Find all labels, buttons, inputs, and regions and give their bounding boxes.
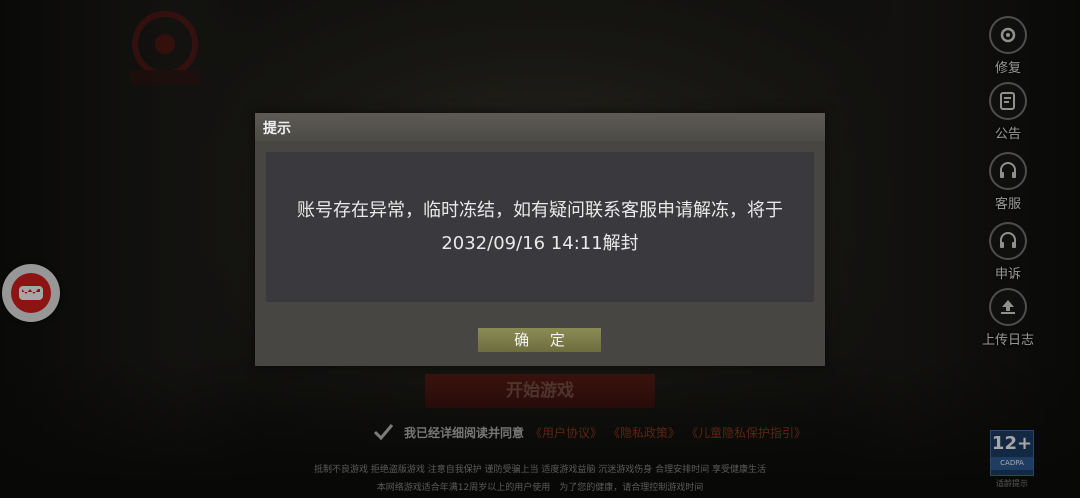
dialog-message: 账号存在异常，临时冻结，如有疑问联系客服申请解冻，将于2032/09/16 14… — [297, 200, 783, 254]
dialog-title-bar: 提示 — [255, 113, 825, 141]
notice-dialog: 提示 账号存在异常，临时冻结，如有疑问联系客服申请解冻，将于2032/09/16… — [255, 113, 825, 366]
dialog-content: 账号存在异常，临时冻结，如有疑问联系客服申请解冻，将于2032/09/16 14… — [266, 152, 814, 302]
dialog-title: 提示 — [263, 121, 291, 137]
confirm-button[interactable]: 确 定 — [478, 328, 601, 352]
